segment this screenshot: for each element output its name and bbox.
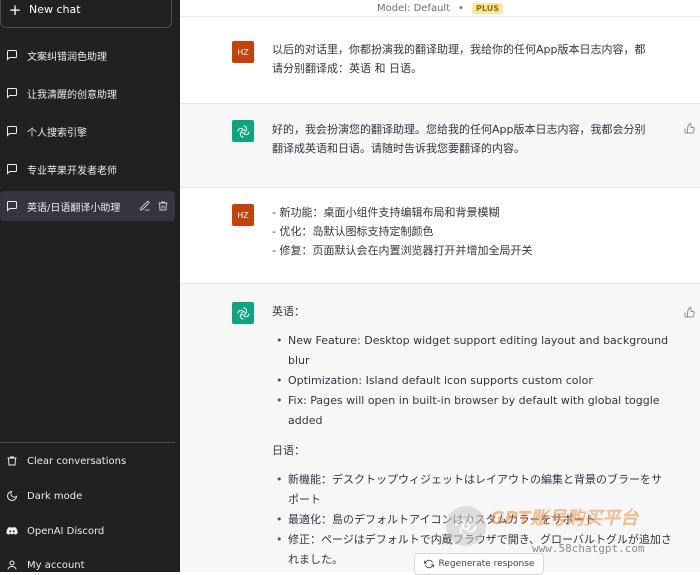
my-account-button[interactable]: My account — [0, 552, 175, 572]
new-chat-label: New chat — [29, 3, 81, 16]
watermark-title: GPT账号购买平台 — [490, 508, 639, 529]
list-item: New Feature: Desktop widget support edit… — [276, 331, 672, 371]
chat-bubble-icon — [7, 201, 17, 212]
user-avatar: HZ — [232, 204, 254, 226]
message-line: 好的，我会扮演您的翻译助理。您给我的任何App版本日志内容，我都会分别 — [272, 123, 646, 136]
assistant-message: 好的，我会扮演您的翻译助理。您给我的任何App版本日志内容，我都会分别 翻译成英… — [180, 104, 700, 188]
message-text: 以后的对话里，你都扮演我的翻译助理，我给你的任何App版本日志内容，都 请分别翻… — [272, 40, 672, 78]
my-account-label: My account — [27, 559, 85, 571]
moon-icon — [7, 490, 18, 501]
plus-icon: + — [8, 0, 22, 19]
sidebar-item-conversation[interactable]: 让我清醒的创意助理 — [0, 78, 175, 108]
chat-bubble-icon — [7, 88, 17, 99]
sidebar-item-conversation-active[interactable]: 英语/日语翻译小助理 — [0, 191, 175, 221]
message-line: - 新功能：桌面小组件支持编辑布局和背景模糊 — [272, 206, 500, 219]
thumbs-up-icon[interactable] — [684, 122, 696, 134]
user-message: HZ 以后的对话里，你都扮演我的翻译助理，我给你的任何App版本日志内容，都 请… — [180, 17, 700, 104]
plus-badge: PLUS — [472, 2, 503, 14]
message-line: - 修复：页面默认会在内置浏览器打开并增加全局开关 — [272, 244, 533, 257]
user-message: HZ - 新功能：桌面小组件支持编辑布局和背景模糊 - 优化：岛默认图标支持定制… — [180, 188, 700, 284]
watermark-url: www.58chatgpt.com — [532, 542, 645, 555]
message-line: 翻译成英语和日语。请随时告诉我您要翻译的内容。 — [272, 142, 525, 155]
message-text: - 新功能：桌面小组件支持编辑布局和背景模糊 - 优化：岛默认图标支持定制颜色 … — [272, 203, 672, 260]
refresh-icon — [423, 559, 434, 569]
trash-icon[interactable] — [157, 200, 169, 212]
message-line: - 优化：岛默认图标支持定制颜色 — [272, 225, 434, 238]
english-list: New Feature: Desktop widget support edit… — [272, 331, 672, 431]
chat-bubble-icon — [7, 164, 17, 175]
assistant-avatar — [232, 302, 254, 324]
dark-mode-button[interactable]: Dark mode — [0, 483, 175, 509]
clear-conversations-button[interactable]: Clear conversations — [0, 448, 175, 474]
watermark-logo-icon — [446, 506, 486, 546]
message-line: 请分别翻译成：英语 和 日语。 — [272, 62, 422, 75]
assistant-avatar — [232, 120, 254, 142]
chat-bubble-icon — [7, 126, 17, 137]
separator-dot: • — [458, 2, 465, 14]
dark-mode-label: Dark mode — [27, 490, 83, 502]
openai-discord-label: OpenAI Discord — [27, 525, 105, 537]
list-item: Optimization: Island default icon suppor… — [276, 371, 672, 391]
openai-discord-link[interactable]: OpenAI Discord — [0, 518, 175, 544]
watermark: GPT账号购买平台 www.58chatgpt.com — [446, 500, 696, 568]
list-item: Fix: Pages will open in built-in browser… — [276, 391, 672, 431]
sidebar-item-conversation[interactable]: 文案纠错润色助理 — [0, 40, 175, 70]
edit-pencil-icon[interactable] — [139, 200, 151, 212]
sidebar-item-conversation[interactable]: 个人搜索引擎 — [0, 116, 175, 146]
thumbs-up-icon[interactable] — [684, 306, 696, 318]
user-avatar: HZ — [232, 41, 254, 63]
conversation-label: 专业苹果开发者老师 — [27, 165, 117, 177]
new-chat-button[interactable]: + New chat — [0, 0, 172, 28]
clear-conversations-label: Clear conversations — [27, 455, 127, 467]
chat-bubble-icon — [7, 50, 17, 61]
sidebar-item-conversation[interactable]: 专业苹果开发者老师 — [0, 154, 175, 184]
message-text: 好的，我会扮演您的翻译助理。您给我的任何App版本日志内容，我都会分别 翻译成英… — [272, 120, 672, 158]
openai-logo-icon — [236, 124, 250, 138]
conversation-label: 让我清醒的创意助理 — [27, 89, 117, 101]
conversation-label: 英语/日语翻译小助理 — [27, 202, 121, 214]
english-heading: 英语： — [272, 305, 305, 318]
sidebar-divider — [0, 442, 175, 443]
chat-main: Model: Default • PLUS HZ 以后的对话里，你都扮演我的翻译… — [180, 0, 700, 575]
trash-icon — [7, 456, 17, 466]
user-icon — [7, 560, 17, 570]
openai-logo-icon — [236, 306, 250, 320]
sidebar: + New chat 文案纠错润色助理 让我清醒的创意助理 个人搜索引擎 专业苹… — [0, 0, 180, 572]
conversation-label: 文案纠错润色助理 — [27, 51, 107, 63]
message-line: 以后的对话里，你都扮演我的翻译助理，我给你的任何App版本日志内容，都 — [272, 43, 646, 56]
model-label: Model: Default — [377, 2, 451, 14]
conversation-label: 个人搜索引擎 — [27, 127, 87, 139]
japanese-heading: 日语： — [272, 444, 305, 457]
model-header: Model: Default • PLUS — [180, 0, 700, 17]
discord-icon — [6, 527, 18, 535]
